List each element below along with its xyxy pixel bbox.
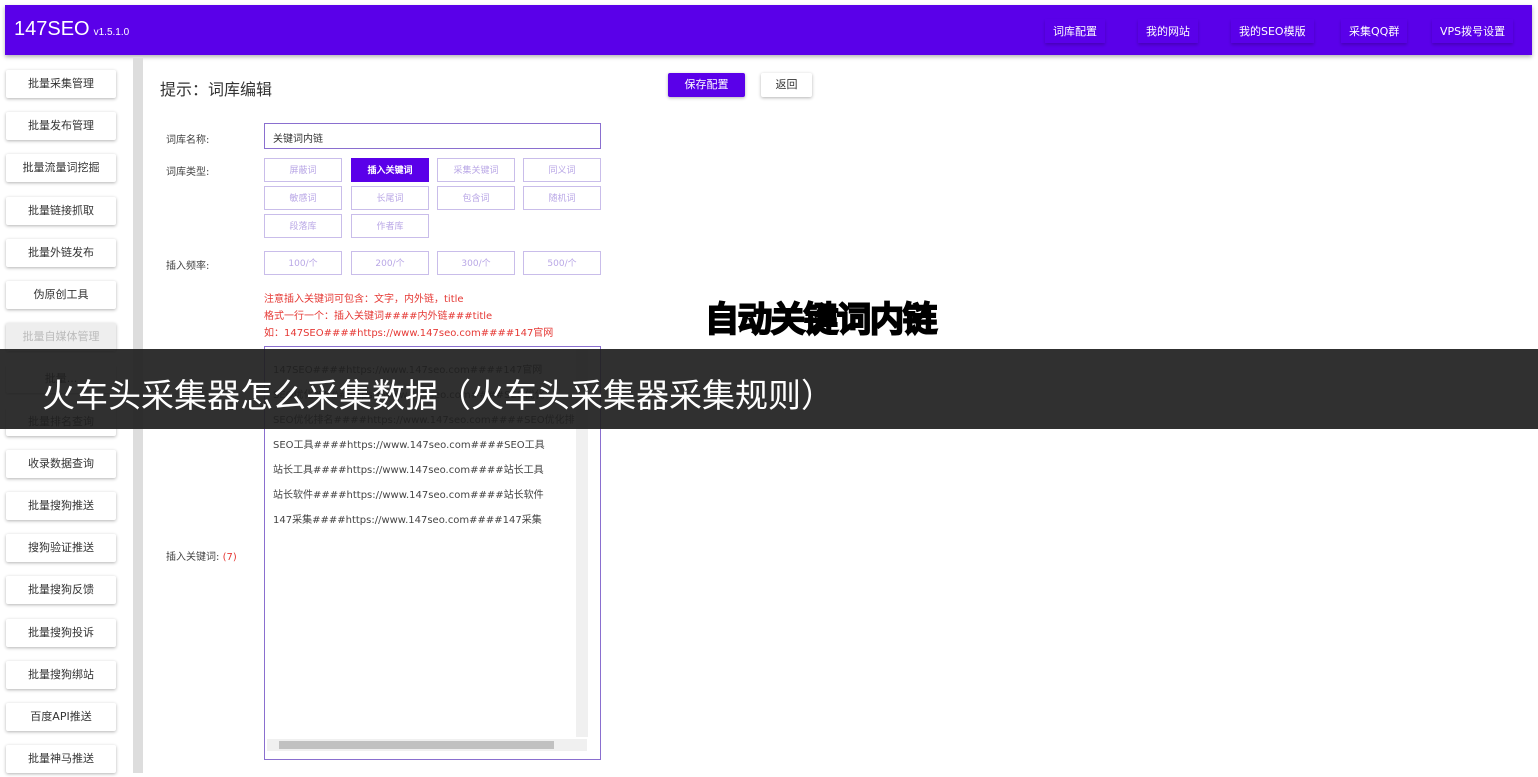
sidebar-item[interactable]: 批量链接抓取 xyxy=(6,196,116,225)
type-label: 词库类型: xyxy=(166,167,210,178)
nav-my-sites[interactable]: 我的网站 xyxy=(1138,19,1198,43)
name-label: 词库名称: xyxy=(166,135,210,146)
save-button[interactable]: 保存配置 xyxy=(668,73,745,97)
type-option[interactable]: 随机词 xyxy=(523,186,601,210)
note-line: 如：147SEO####https://www.147seo.com####14… xyxy=(264,328,554,339)
freq-option[interactable]: 500/个 xyxy=(523,251,601,275)
keywords-count: (7) xyxy=(222,552,237,563)
keyword-line: 站长工具####https://www.147seo.com####站长工具 xyxy=(273,465,544,476)
type-option[interactable]: 插入关键词 xyxy=(351,158,429,182)
type-option[interactable]: 作者库 xyxy=(351,214,429,238)
freq-option[interactable]: 100/个 xyxy=(264,251,342,275)
app-logo: 147SEO v1.5.1.0 xyxy=(14,18,129,41)
textarea-horizontal-scrollbar[interactable] xyxy=(267,739,587,751)
sidebar-item[interactable]: 批量自媒体管理 xyxy=(6,323,116,352)
keyword-line: 147采集####https://www.147seo.com####147采集 xyxy=(273,515,542,526)
lexicon-name-input[interactable]: 关键词内链 xyxy=(264,123,601,149)
nav-qq-group[interactable]: 采集QQ群 xyxy=(1341,19,1407,43)
sidebar-item[interactable]: 批量流量词挖掘 xyxy=(6,154,116,183)
freq-label: 插入频率: xyxy=(166,261,210,272)
nav-lexicon-config[interactable]: 词库配置 xyxy=(1045,19,1105,43)
scroll-thumb[interactable] xyxy=(279,741,554,749)
sidebar-item[interactable]: 批量神马推送 xyxy=(6,745,116,774)
sidebar-item[interactable]: 伪原创工具 xyxy=(6,281,116,309)
nav-seo-templates[interactable]: 我的SEO模版 xyxy=(1231,19,1314,43)
sidebar-item[interactable]: 收录数据查询 xyxy=(6,449,116,478)
overlay-title: 火车头采集器怎么采集数据（火车头采集器采集规则） xyxy=(42,376,834,415)
sidebar-item[interactable]: 批量搜狗投诉 xyxy=(6,618,116,647)
keywords-label: 插入关键词: (7) xyxy=(166,548,237,563)
note-line: 注意插入关键词可包含：文字，内外链，title xyxy=(264,294,464,305)
freq-option[interactable]: 200/个 xyxy=(351,251,429,275)
sidebar-item[interactable]: 批量发布管理 xyxy=(6,112,116,141)
sidebar-item[interactable]: 批量采集管理 xyxy=(6,70,116,98)
keywords-label-text: 插入关键词: xyxy=(166,552,220,563)
type-option[interactable]: 采集关键词 xyxy=(437,158,515,182)
type-option[interactable]: 包含词 xyxy=(437,186,515,210)
sidebar-item[interactable]: 百度API推送 xyxy=(6,703,116,731)
keyword-line: 站长软件####https://www.147seo.com####站长软件 xyxy=(273,490,544,501)
type-option[interactable]: 敏感词 xyxy=(264,186,342,210)
sidebar-item[interactable]: 批量外链发布 xyxy=(6,238,116,267)
sidebar-item[interactable]: 批量搜狗绑站 xyxy=(6,660,116,689)
type-option[interactable]: 段落库 xyxy=(264,214,342,238)
sidebar-item[interactable]: 批量搜狗反馈 xyxy=(6,576,116,605)
type-option[interactable]: 长尾词 xyxy=(351,186,429,210)
version: v1.5.1.0 xyxy=(93,27,130,38)
sidebar-item[interactable]: 搜狗验证推送 xyxy=(6,534,116,563)
video-caption: 自动关键词内链 xyxy=(704,299,938,341)
type-option[interactable]: 同义词 xyxy=(523,158,601,182)
note-line: 格式一行一个：插入关键词####内外链###title xyxy=(264,311,493,322)
top-header: 147SEO v1.5.1.0 词库配置 我的网站 我的SEO模版 采集QQ群 V… xyxy=(5,5,1532,55)
freq-option[interactable]: 300/个 xyxy=(437,251,515,275)
type-option[interactable]: 屏蔽词 xyxy=(264,158,342,182)
page-title: 提示：词库编辑 xyxy=(160,80,273,99)
keyword-line: SEO工具####https://www.147seo.com####SEO工具 xyxy=(273,440,545,451)
logo-text: 147SEO xyxy=(14,18,90,40)
sidebar-item[interactable]: 批量搜狗推送 xyxy=(6,492,116,520)
back-button[interactable]: 返回 xyxy=(761,73,812,97)
overlay-banner: 火车头采集器怎么采集数据（火车头采集器采集规则） xyxy=(0,349,1538,429)
nav-vps-settings[interactable]: VPS拨号设置 xyxy=(1432,19,1513,43)
